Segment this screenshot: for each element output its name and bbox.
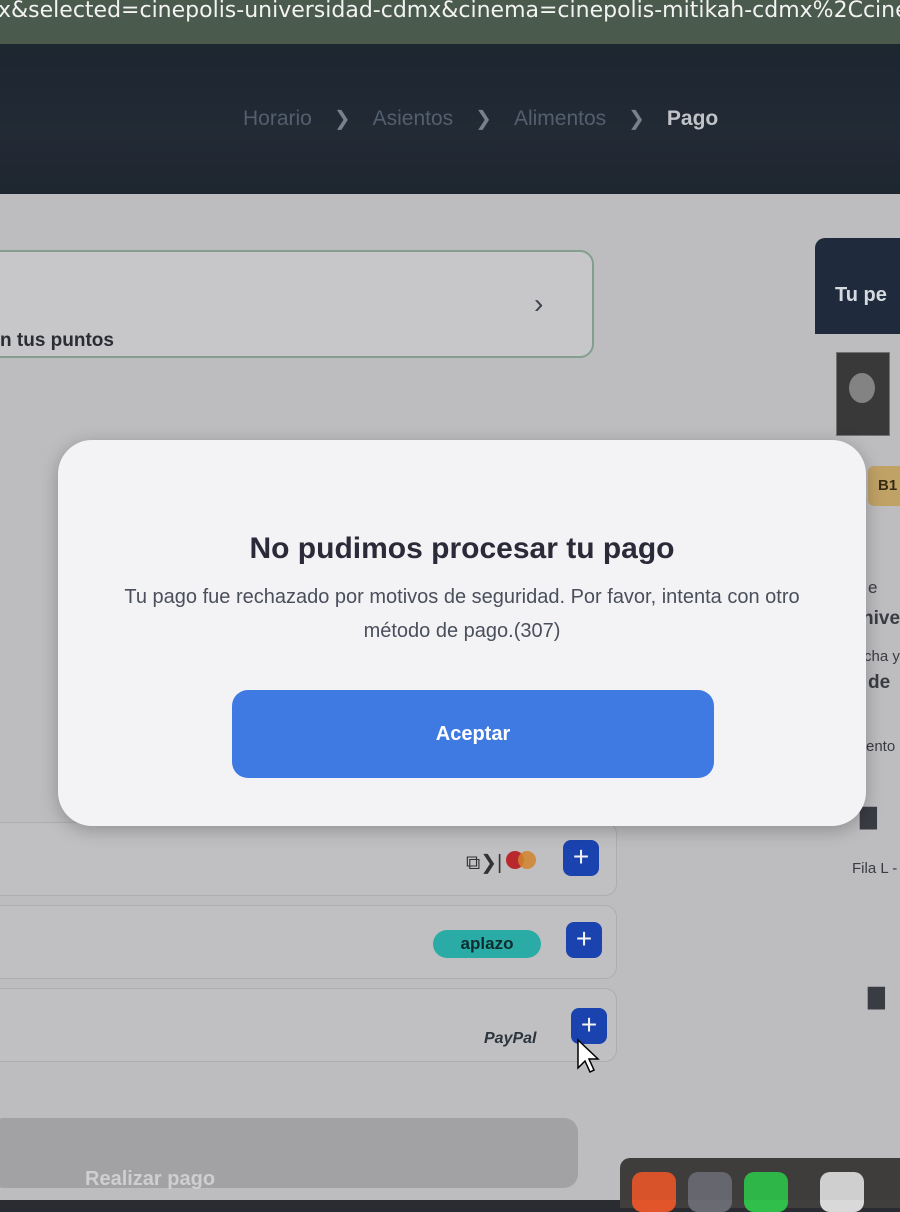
- mouse-cursor-icon: [577, 1038, 600, 1074]
- modal-title: No pudimos procesar tu pago: [249, 532, 675, 565]
- modal-message: Tu pago fue rechazado por motivos de seg…: [124, 586, 800, 642]
- url-text: x&selected=cinepolis-universidad-cdmx&ci…: [0, 0, 900, 23]
- browser-url-bar[interactable]: x&selected=cinepolis-universidad-cdmx&ci…: [0, 0, 900, 44]
- accept-button[interactable]: Aceptar: [232, 690, 714, 778]
- payment-error-modal: No pudimos procesar tu pago Tu pago fue …: [58, 440, 866, 826]
